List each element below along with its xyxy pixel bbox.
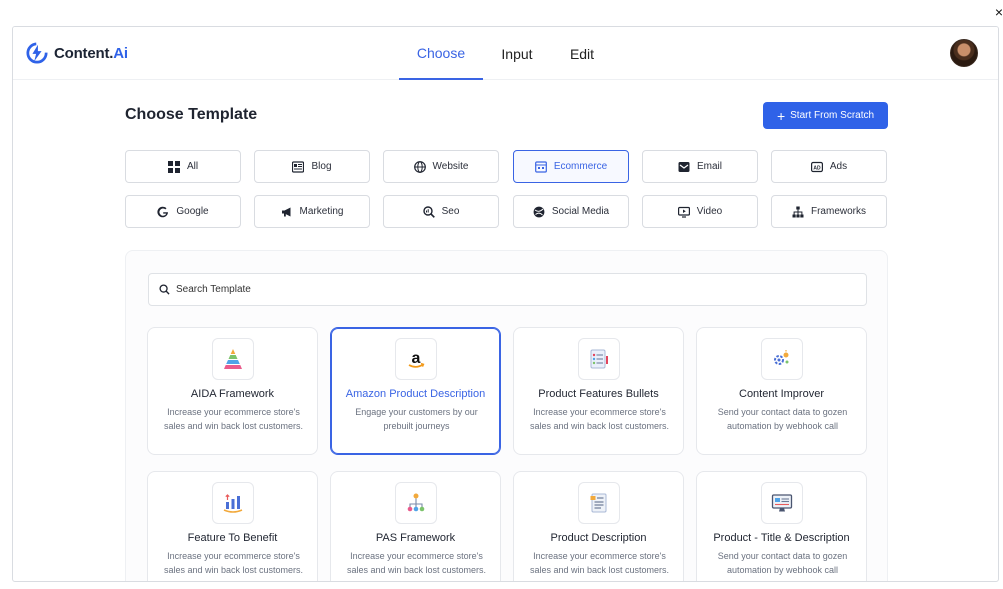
google-icon: [157, 206, 169, 217]
page-title: Choose Template: [125, 106, 258, 123]
filter-website-label: Website: [432, 161, 469, 172]
amazon-icon: a: [408, 350, 425, 368]
template-card-pas-framework[interactable]: PAS Framework Increase your ecommerce st…: [330, 471, 501, 581]
pyramid-icon: [224, 349, 242, 369]
card-icon-frame: [212, 482, 254, 524]
card-description: Increase your ecommerce store's sales an…: [529, 551, 670, 575]
card-title: Product - Title & Description: [713, 532, 850, 544]
filter-video[interactable]: Video: [642, 195, 758, 228]
card-icon-frame: [578, 482, 620, 524]
filter-ads[interactable]: AD Ads: [771, 150, 887, 183]
improver-icon: [774, 350, 789, 365]
brand-name: Content.Ai: [54, 45, 128, 62]
card-description: Send your contact data to gozen automati…: [717, 551, 848, 575]
video-icon: [677, 206, 690, 218]
filter-social-media-label: Social Media: [551, 206, 610, 217]
card-icon-frame: [212, 338, 254, 380]
card-icon-frame: [761, 482, 803, 524]
brand-logo[interactable]: Content.Ai: [26, 42, 128, 64]
svg-text:AD: AD: [813, 165, 821, 171]
card-icon-frame: a: [395, 338, 437, 380]
svg-text:a: a: [412, 350, 421, 367]
tab-input[interactable]: Input: [483, 27, 551, 80]
checklist-icon: [590, 349, 608, 369]
template-card-product-title-description[interactable]: Product - Title & Description Send your …: [696, 471, 867, 581]
plus-icon: +: [776, 107, 786, 124]
card-title: Product Features Bullets: [538, 388, 659, 400]
social-icon: [533, 206, 545, 217]
grid-icon: [167, 160, 180, 173]
template-panel: AIDA Framework Increase your ecommerce s…: [125, 250, 888, 581]
template-card-feature-to-benefit[interactable]: Feature To Benefit Increase your ecommer…: [147, 471, 318, 581]
filter-all-label: All: [186, 161, 199, 172]
close-corner-icon[interactable]: ×: [995, 4, 1003, 20]
card-title: Product Description: [550, 532, 647, 544]
card-description: Send your contact data to gozen automati…: [717, 407, 848, 431]
globe-icon: [413, 160, 426, 173]
search-input[interactable]: [176, 284, 826, 295]
filter-ecommerce[interactable]: Ecommerce: [513, 150, 629, 183]
filter-social-media[interactable]: Social Media: [513, 195, 629, 228]
search-icon: [159, 284, 170, 295]
template-card-amazon-product-description[interactable]: a Amazon Product Description Engage your…: [330, 327, 501, 455]
template-card-product-description[interactable]: Product Description Increase your ecomme…: [513, 471, 684, 581]
search-box[interactable]: [148, 273, 867, 306]
filter-email-label: Email: [696, 161, 722, 172]
filter-video-label: Video: [696, 206, 723, 217]
card-icon-frame: [761, 338, 803, 380]
monitor-icon: [771, 494, 793, 512]
template-card-product-features-bullets[interactable]: Product Features Bullets Increase your e…: [513, 327, 684, 455]
filter-ads-label: Ads: [829, 161, 848, 172]
card-description: Increase your ecommerce store's sales an…: [163, 407, 304, 431]
growth-icon: [223, 494, 243, 513]
start-from-scratch-button[interactable]: + Start From Scratch: [763, 102, 888, 129]
card-icon-frame: [395, 482, 437, 524]
filter-all[interactable]: All: [125, 150, 241, 183]
card-description: Increase your ecommerce store's sales an…: [163, 551, 304, 575]
filter-marketing[interactable]: Marketing: [254, 195, 370, 228]
step-tabs: Choose Input Edit: [399, 27, 613, 80]
megaphone-icon: [281, 207, 291, 216]
store-icon: [534, 160, 547, 173]
brand-name-main: Content.: [54, 44, 114, 62]
filter-email[interactable]: Email: [642, 150, 758, 183]
card-description: Increase your ecommerce store's sales an…: [529, 407, 670, 431]
seo-icon: [422, 205, 435, 218]
top-header: Content.Ai Choose Input Edit: [13, 27, 998, 80]
filter-ecommerce-label: Ecommerce: [553, 161, 608, 172]
card-title: PAS Framework: [375, 532, 456, 544]
template-card-content-improver[interactable]: Content Improver Send your contact data …: [696, 327, 867, 455]
blog-icon: [292, 160, 305, 173]
filter-frameworks-label: Frameworks: [810, 206, 866, 217]
card-title: Content Improver: [739, 388, 824, 400]
filter-seo[interactable]: Seo: [383, 195, 499, 228]
card-title: AIDA Framework: [190, 388, 275, 400]
app-window: Content.Ai Choose Input Edit Choose Temp…: [12, 26, 999, 582]
filter-marketing-label: Marketing: [299, 206, 344, 217]
filter-seo-label: Seo: [441, 206, 460, 217]
filter-blog[interactable]: Blog: [254, 150, 370, 183]
card-description: Increase your ecommerce store's sales an…: [346, 551, 487, 575]
filter-frameworks[interactable]: Frameworks: [771, 195, 887, 228]
brand-name-accent: Ai: [113, 44, 128, 62]
lightning-logo-icon: [26, 42, 48, 64]
start-from-scratch-label: Start From Scratch: [790, 110, 875, 121]
ads-icon: AD: [810, 161, 823, 172]
user-avatar[interactable]: [950, 39, 978, 67]
frameworks-icon: [792, 206, 804, 217]
email-icon: [678, 161, 690, 172]
hierarchy-icon: [407, 493, 425, 512]
tab-edit[interactable]: Edit: [551, 27, 613, 80]
card-title: Amazon Product Description: [345, 388, 486, 400]
filter-blog-label: Blog: [311, 161, 332, 172]
filter-google[interactable]: Google: [125, 195, 241, 228]
tab-choose[interactable]: Choose: [399, 27, 483, 80]
card-title: Feature To Benefit: [187, 532, 278, 544]
card-description: Engage your customers by our prebuilt jo…: [355, 407, 478, 431]
document-icon: [590, 493, 607, 513]
template-card-aida[interactable]: AIDA Framework Increase your ecommerce s…: [147, 327, 318, 455]
filter-google-label: Google: [176, 206, 209, 217]
card-icon-frame: [578, 338, 620, 380]
filter-website[interactable]: Website: [383, 150, 499, 183]
